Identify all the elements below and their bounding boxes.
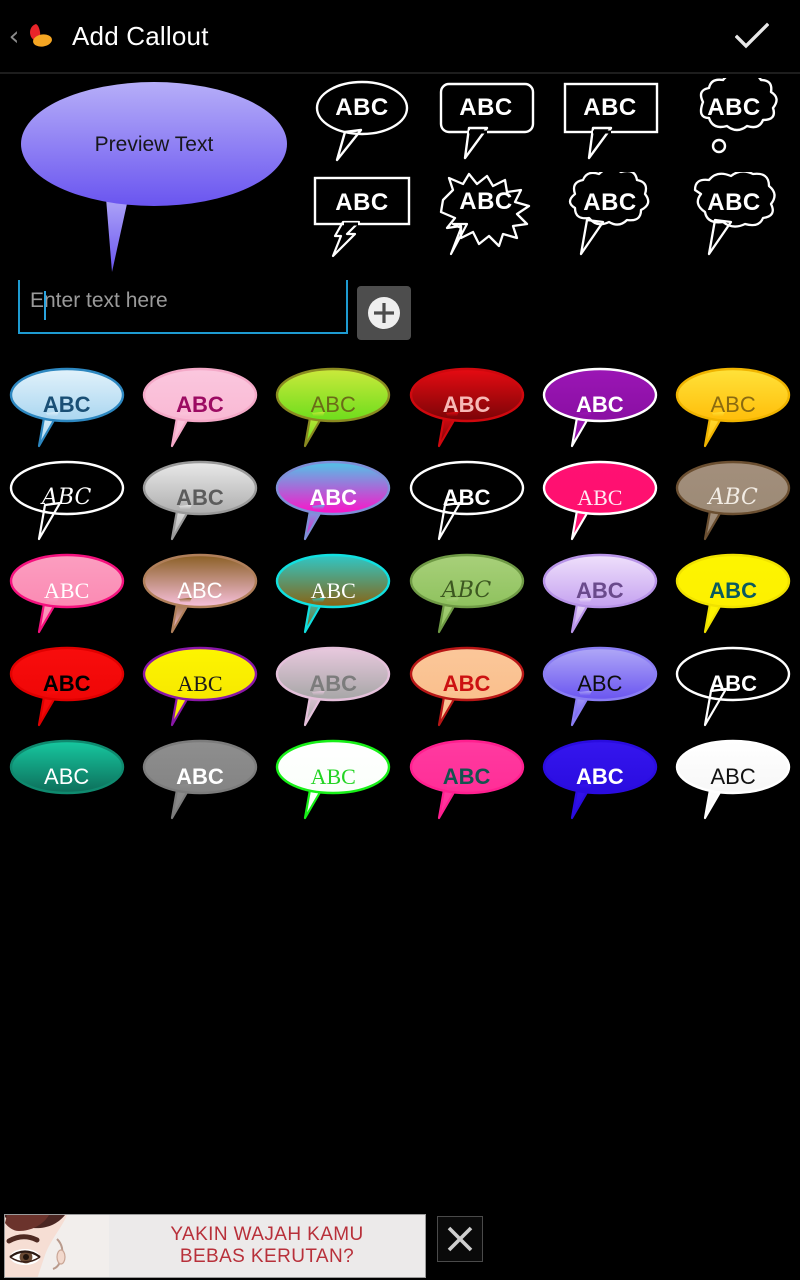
callout-style-shape xyxy=(9,553,124,634)
callout-style-pink-grey-gradient[interactable]: ABC xyxy=(267,645,400,738)
callout-style-pink-serif[interactable]: ABC xyxy=(0,552,133,645)
callout-style-shape xyxy=(409,553,524,634)
add-callout-button[interactable] xyxy=(357,286,411,340)
callout-text-input[interactable] xyxy=(18,280,348,334)
callout-style-shape xyxy=(276,739,391,820)
callout-style-lavender[interactable]: ABC xyxy=(533,552,666,645)
callout-style-shape xyxy=(9,739,124,795)
text-caret xyxy=(44,291,46,320)
callout-style-cyan-magenta-gradient[interactable]: ABC xyxy=(267,459,400,552)
app-header: ‹ Add Callout xyxy=(0,0,800,74)
ad-line-1: YAKIN WAJAH KAMU xyxy=(170,1223,364,1245)
callout-style-white-green-border[interactable]: ABC xyxy=(267,738,400,831)
confirm-check-icon[interactable] xyxy=(730,14,774,58)
callout-style-shape xyxy=(276,460,391,541)
callout-style-pink-magenta[interactable]: ABC xyxy=(133,366,266,459)
callout-style-blue-white-text[interactable]: ABC xyxy=(533,738,666,831)
callout-style-shape xyxy=(675,553,791,634)
callout-style-shape xyxy=(542,460,658,541)
callout-style-shape xyxy=(409,646,524,727)
page-title: Add Callout xyxy=(72,20,209,51)
preview-bubble-text: Preview Text xyxy=(94,132,214,156)
callout-style-brown-tan[interactable]: ABC xyxy=(666,459,799,552)
callout-style-yellow-green[interactable]: ABC xyxy=(267,366,400,459)
shape-option-cloud[interactable]: ABC xyxy=(548,172,672,266)
shape-option-thought-cloud[interactable]: ABC xyxy=(672,78,796,172)
callout-style-brown-pink-gradient[interactable]: ABC xyxy=(133,552,266,645)
callout-style-purple-white-border[interactable]: ABC xyxy=(533,366,666,459)
callout-style-light-green-hand[interactable]: ABC xyxy=(400,552,533,645)
callout-style-hot-pink-teal-text[interactable]: ABC xyxy=(400,738,533,831)
plus-icon xyxy=(368,297,400,329)
preview-bubble: Preview Text xyxy=(20,82,288,272)
callout-style-shape xyxy=(276,367,391,448)
callout-style-purple-blue-gradient[interactable]: ABC xyxy=(533,645,666,738)
callout-style-hot-pink-serif[interactable]: ABC xyxy=(533,459,666,552)
callout-style-shape xyxy=(9,367,124,448)
callout-style-yellow-purple-border[interactable]: ABC xyxy=(133,645,266,738)
shape-option-rounded-cloud[interactable]: ABC xyxy=(672,172,796,266)
callout-style-dark-red[interactable]: ABC xyxy=(400,366,533,459)
ad-face-image xyxy=(5,1215,109,1277)
shape-option-rect[interactable]: ABC xyxy=(548,78,672,172)
callout-style-shape xyxy=(675,646,791,727)
callout-style-shape xyxy=(142,553,258,634)
callout-style-shape xyxy=(675,739,791,820)
callout-style-teal-brown-gradient[interactable]: ABC xyxy=(267,552,400,645)
ad-area: YAKIN WAJAH KAMU BEBAS KERUTAN? xyxy=(0,1214,800,1280)
callout-style-outline-white-hand[interactable]: ABC xyxy=(0,459,133,552)
callout-style-peach-red-text[interactable]: ABC xyxy=(400,645,533,738)
callout-style-shape xyxy=(675,367,791,448)
preview-and-shapes-area: Preview Text ABC ABC ABC ABC ABC ABC ABC… xyxy=(0,74,800,272)
callout-style-shape xyxy=(9,646,124,727)
callout-style-shape xyxy=(276,553,391,634)
app-logo-icon xyxy=(22,18,58,54)
callout-style-shape xyxy=(409,739,524,820)
callout-style-shape xyxy=(9,460,124,541)
ad-banner[interactable]: YAKIN WAJAH KAMU BEBAS KERUTAN? xyxy=(4,1214,426,1278)
callout-style-shape xyxy=(142,646,258,727)
callout-style-outline-white-bold-2[interactable]: ABC xyxy=(666,645,799,738)
shape-option-rounded-rect[interactable]: ABC xyxy=(424,78,548,172)
callout-style-teal-green-gradient[interactable]: ABC xyxy=(0,738,133,831)
callout-style-shape xyxy=(542,367,658,448)
callout-style-shape xyxy=(409,460,524,541)
callout-style-grid: ABC ABC ABC ABC ABC ABC ABC ABC ABC ABC ABC ABC ABC A… xyxy=(0,366,800,836)
callout-style-bright-yellow-teal-text[interactable]: ABC xyxy=(666,552,799,645)
ad-close-button[interactable] xyxy=(437,1216,483,1262)
shape-option-rect-zigzag-tail[interactable]: ABC xyxy=(300,172,424,266)
callout-style-silver-grey[interactable]: ABC xyxy=(133,459,266,552)
shape-picker-grid: ABC ABC ABC ABC ABC ABC ABC ABC xyxy=(300,78,796,268)
callout-style-grey-white-text[interactable]: ABC xyxy=(133,738,266,831)
callout-style-yellow-brown-text[interactable]: ABC xyxy=(666,366,799,459)
text-input-wrapper xyxy=(18,280,348,340)
callout-style-outline-white-bold[interactable]: ABC xyxy=(400,459,533,552)
callout-style-bright-red-black-text[interactable]: ABC xyxy=(0,645,133,738)
callout-style-white-black-text[interactable]: ABC xyxy=(666,738,799,831)
ad-text: YAKIN WAJAH KAMU BEBAS KERUTAN? xyxy=(109,1215,425,1277)
shape-option-starburst[interactable]: ABC xyxy=(424,172,548,266)
callout-style-shape xyxy=(409,367,524,448)
callout-style-shape xyxy=(142,739,258,820)
callout-style-shape xyxy=(142,367,258,448)
ad-line-2: BEBAS KERUTAN? xyxy=(179,1246,355,1267)
callout-style-shape xyxy=(142,460,258,541)
shape-option-ellipse[interactable]: ABC xyxy=(300,78,424,172)
back-button[interactable]: ‹ xyxy=(4,23,24,50)
callout-style-shape xyxy=(276,646,391,727)
callout-style-shape xyxy=(542,646,658,727)
callout-style-shape xyxy=(542,553,658,634)
close-icon xyxy=(447,1226,473,1252)
callout-style-light-blue[interactable]: ABC xyxy=(0,366,133,459)
callout-style-shape xyxy=(542,739,658,820)
callout-style-shape xyxy=(675,460,791,541)
